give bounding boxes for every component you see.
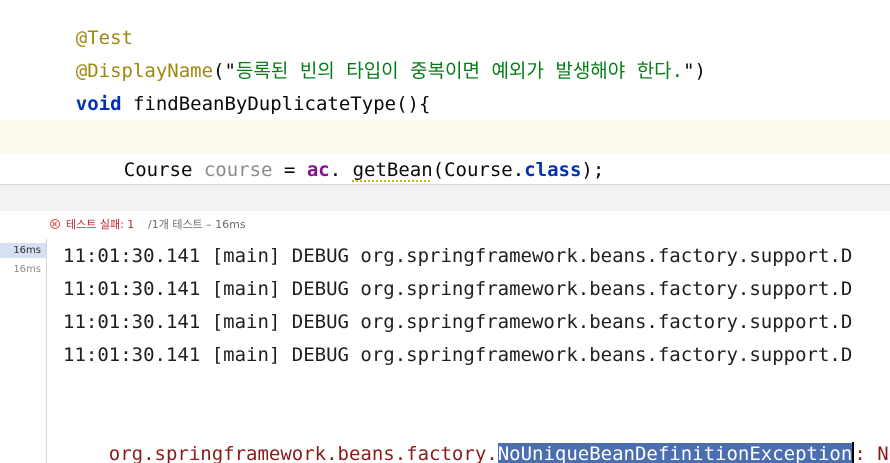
test-failed-label: 테스트 실패: 1 — [66, 218, 135, 231]
run-console[interactable]: 16ms 16ms 11:01:30.141 [main] DEBUG org.… — [0, 239, 890, 463]
test-duration[interactable]: 16ms — [13, 262, 41, 277]
course-variable: course — [203, 159, 273, 181]
class-keyword: class — [524, 159, 582, 181]
void-keyword: void — [75, 93, 122, 115]
argument-close: ); — [581, 159, 605, 181]
log-line: 11:01:30.141 [main] DEBUG org.springfram… — [63, 245, 853, 267]
code-editor[interactable]: @Test @DisplayName("등록된 빈의 타입이 중복이면 예외가 … — [0, 0, 890, 184]
panel-splitter[interactable] — [0, 184, 890, 212]
code-line-method-declaration[interactable]: void findBeanByDuplicateType(){ — [30, 55, 431, 115]
test-duration-selected[interactable]: 16ms — [0, 243, 46, 258]
code-line-annotation-test[interactable]: @Test — [30, 0, 133, 49]
dot-operator: . — [329, 159, 353, 181]
code-line-closing-brace[interactable]: } — [30, 154, 87, 184]
get-bean-method[interactable]: getBean — [353, 159, 433, 181]
exception-package: org.springframework.beans.factory. — [108, 443, 498, 463]
log-line: 11:01:30.141 [main] DEBUG org.springfram… — [63, 311, 853, 333]
test-failed-icon — [50, 219, 60, 229]
test-count-label: /1개 테스트 – 16ms — [148, 218, 246, 231]
test-status-bar: 테스트 실패: 1 /1개 테스트 – 16ms — [0, 211, 890, 239]
exception-class-selected[interactable]: NoUniqueBeanDefinitionException — [497, 443, 853, 463]
code-line-get-bean[interactable]: Course course = ac. getBean(Course.class… — [78, 121, 605, 181]
course-type: Course — [123, 159, 204, 181]
log-line: 11:01:30.141 [main] DEBUG org.springfram… — [63, 344, 853, 366]
ac-field: ac — [306, 159, 330, 181]
exception-line: org.springframework.beans.factory.NoUniq… — [63, 405, 890, 463]
method-signature: findBeanByDuplicateType(){ — [121, 93, 431, 115]
assign-operator: = — [272, 159, 307, 181]
code-line-display-name[interactable]: @DisplayName("등록된 빈의 타입이 중복이면 예외가 발생해야 한… — [30, 22, 706, 82]
display-name-close: ") — [683, 60, 706, 82]
argument-open: (Course. — [432, 159, 525, 181]
log-line: 11:01:30.141 [main] DEBUG org.springfram… — [63, 278, 853, 300]
test-tree[interactable]: 16ms 16ms — [0, 239, 47, 463]
exception-message: : No — [854, 443, 890, 463]
